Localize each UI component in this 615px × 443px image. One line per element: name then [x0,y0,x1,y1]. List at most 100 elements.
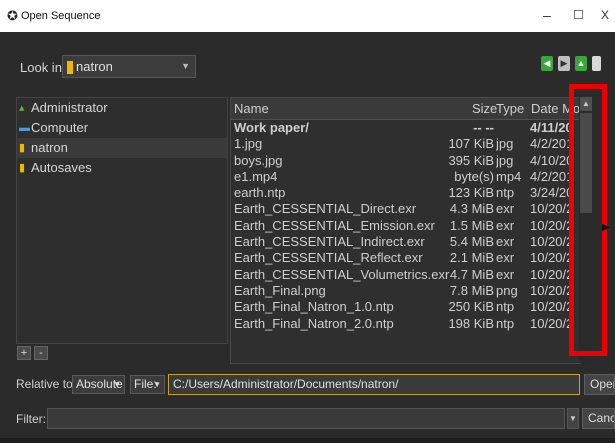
file-type: exr [496,217,515,233]
file-row[interactable]: Earth_Final_Natron_1.0.ntp 250 KiB ntp 10/2… [231,299,580,315]
up-icon[interactable]: ▲ [575,56,587,71]
file-name: e1.mp4 [234,168,278,184]
window-title: Open Sequence [21,10,101,22]
file-type: jpg [496,152,514,168]
file-row[interactable]: Earth_Final_Natron_2.0.ntp 198 KiB ntp 10/2… [231,316,580,332]
folder-icon: ▮ [19,162,26,174]
file-row[interactable]: e1.mp4 byte(s) mp4 4/2/201 [231,169,580,185]
sidebar-item-autosaves[interactable]: ▮ Autosaves [17,158,227,178]
file-name: 1.jpg [234,136,263,152]
file-name: Earth_CESSENTIAL_Emission.exr [234,217,435,233]
window-bottom-edge [0,438,615,443]
add-place-button[interactable]: + [17,346,31,360]
filter-label: Filter: [16,412,46,426]
file-row[interactable]: Earth_CESSENTIAL_Indirect.exr 5.4 MiB exr 1… [231,234,580,250]
new-folder-icon[interactable] [592,56,601,71]
open-sequence-icon: ✪ [7,8,18,23]
chevron-right-icon[interactable]: ▶ [602,222,610,233]
file-size: 1.5 MiB [449,217,494,233]
file-type: ntp [496,185,515,201]
file-size: 250 KiB [448,299,494,315]
file-type: exr [496,266,515,282]
places-sidebar: ▴ Administrator ▬ Computer ▮ natron ▮ Au… [16,97,228,344]
open-button[interactable]: Open [584,374,615,395]
file-size: -- -- [473,120,494,135]
chevron-down-icon: ▼ [113,380,121,389]
file-size: 5.4 MiB [449,234,494,250]
file-type: exr [496,234,515,250]
file-name: Earth_Final_Natron_1.0.ntp [234,299,394,315]
file-size: 4.7 MiB [449,266,494,282]
minimize-button[interactable]: – [543,6,551,24]
sidebar-item-label: Computer [31,120,89,135]
file-name: Earth_Final.png [234,282,326,298]
column-header-size[interactable]: Size [472,98,497,119]
file-size: byte(s) [454,168,494,184]
chevron-down-icon: ▼ [153,380,161,389]
file-type: mp4 [496,168,522,184]
relative-to-combo[interactable]: Absolute ▼ [72,375,125,394]
file-mode-combo[interactable]: File: ▼ [130,375,165,394]
file-list-header: Name Size Type Date Mo [231,98,580,120]
user-icon: ▴ [19,102,25,114]
chevron-down-icon: ▼ [181,61,190,71]
file-row[interactable]: Earth_CESSENTIAL_Reflect.exr 2.1 MiB exr 10… [231,250,580,266]
folder-icon: ▮ [19,142,26,154]
computer-icon: ▬ [19,122,30,134]
file-name: Earth_CESSENTIAL_Reflect.exr [234,250,423,266]
file-name: boys.jpg [234,152,283,168]
file-type: ntp [496,315,515,331]
file-type: png [496,282,518,298]
file-row[interactable]: Earth_CESSENTIAL_Direct.exr 4.3 MiB exr 10/… [231,201,580,217]
relative-to-label: Relative to: [16,377,77,391]
forward-icon[interactable]: ▶ [558,56,570,71]
sidebar-item-administrator[interactable]: ▴ Administrator [17,98,227,118]
file-row[interactable]: Earth_CESSENTIAL_Volumetrics.exr 4.7 MiB e… [231,267,580,283]
file-name: Earth_CESSENTIAL_Direct.exr [234,201,417,217]
look-in-combo[interactable]: natron ▼ [62,55,196,78]
file-size: 395 KiB [448,152,494,168]
file-rows: Work paper/-- -- 4/11/20 1.jpg 107 KiB jpg 4/… [231,120,580,332]
file-row[interactable]: boys.jpg 395 KiB jpg 4/10/20 [231,153,580,169]
sidebar-item-computer[interactable]: ▬ Computer [17,118,227,138]
sidebar-item-label: Administrator [31,100,108,115]
path-input[interactable]: C:/Users/Administrator/Documents/natron/ [168,374,580,395]
file-type: jpg [496,136,514,152]
file-size: 4.3 MiB [449,201,494,217]
file-size: 198 KiB [448,315,494,331]
look-in-value: natron [76,59,113,74]
sidebar-item-label: natron [31,140,68,155]
file-name: Work paper/ [234,120,309,135]
file-name: Earth_Final_Natron_2.0.ntp [234,315,394,331]
file-name: Earth_CESSENTIAL_Volumetrics.exr [234,266,450,282]
file-row[interactable]: Earth_CESSENTIAL_Emission.exr 1.5 MiB exr 1… [231,218,580,234]
file-size: 123 KiB [448,185,494,201]
file-size: 107 KiB [448,136,494,152]
back-icon[interactable]: ◀ [541,56,553,71]
sidebar-item-label: Autosaves [31,160,92,175]
file-type: exr [496,250,515,266]
column-header-name[interactable]: Name [234,98,269,119]
file-name: Earth_CESSENTIAL_Indirect.exr [234,234,425,250]
file-type: ntp [496,299,515,315]
maximize-button[interactable]: ☐ [573,6,584,24]
file-row[interactable]: 1.jpg 107 KiB jpg 4/2/201 [231,136,580,152]
look-in-label: Look in: [20,60,66,75]
highlight-box [569,84,607,356]
file-size: 7.8 MiB [449,282,494,298]
window-titlebar: ✪ Open Sequence – ☐ X [0,0,615,32]
remove-place-button[interactable]: - [34,346,48,360]
file-row[interactable]: earth.ntp 123 KiB ntp 3/24/20 [231,185,580,201]
sidebar-item-natron[interactable]: ▮ natron [17,138,227,158]
file-list: Name Size Type Date Mo Work paper/ -- -- 4… [230,97,581,364]
close-button[interactable]: X [601,6,609,24]
file-name: earth.ntp [234,185,286,201]
filter-dropdown-icon[interactable]: ▼ [567,408,579,429]
folder-icon [67,61,73,75]
file-type: exr [496,201,515,217]
file-row[interactable]: Earth_Final.png 7.8 MiB png 10/20/2 [231,283,580,299]
filter-input[interactable] [47,408,565,429]
column-header-type[interactable]: Type [496,98,524,119]
file-row[interactable]: Work paper/-- -- 4/11/20 [231,120,580,136]
cancel-button[interactable]: Cancel [582,408,615,429]
